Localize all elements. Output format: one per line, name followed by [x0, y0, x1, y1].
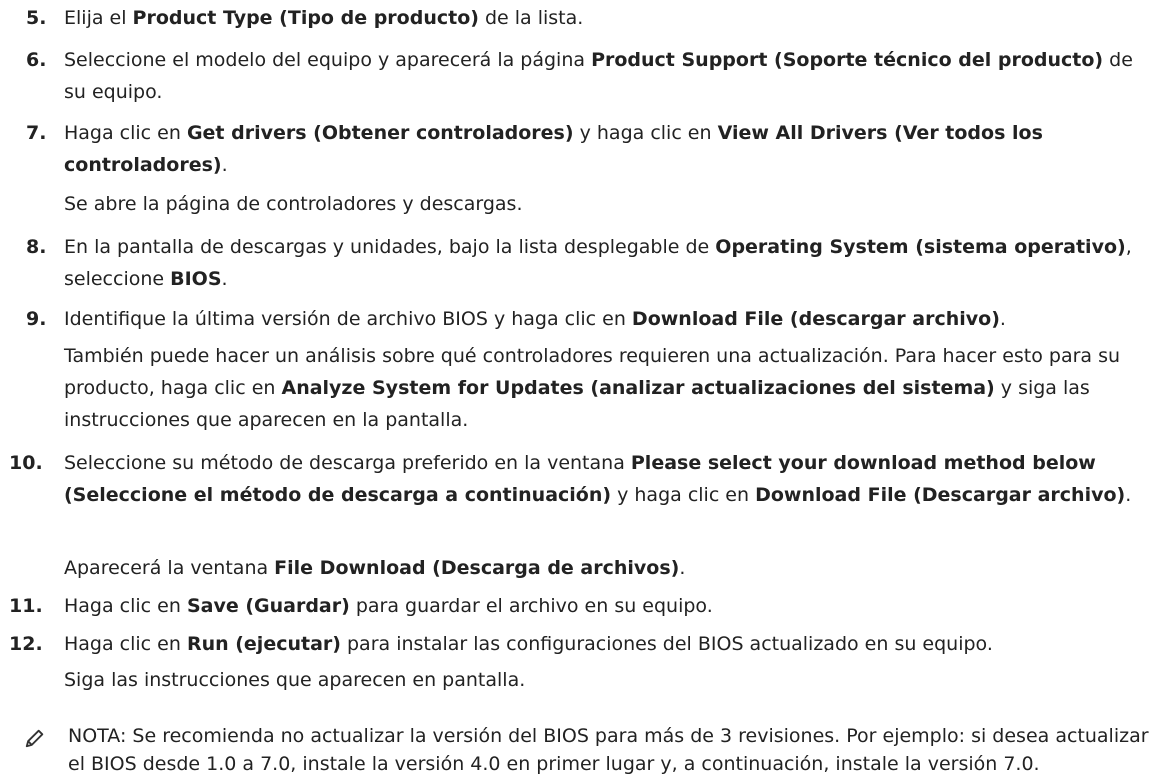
step-number: 10.	[9, 452, 43, 474]
step-number: 11.	[9, 595, 43, 617]
step-bold-term: Product Support (Soporte técnico del pro…	[591, 49, 1104, 71]
step-bold-term: BIOS	[170, 268, 222, 290]
step-11: 11. Haga clic en Save (Guardar) para gua…	[9, 590, 1144, 622]
detail-bold-term: Analyze System for Updates (analizar act…	[281, 377, 995, 399]
step-5: 5. Elija el Product Type (Tipo de produc…	[26, 2, 1144, 34]
step-text: para guardar el archivo en su equipo.	[349, 595, 713, 617]
step-6: 6. Seleccione el modelo del equipo y apa…	[26, 44, 1144, 108]
step-12: 12. Haga clic en Run (ejecutar) para ins…	[9, 628, 1144, 660]
step-number: 7.	[26, 122, 47, 144]
step-number: 6.	[26, 49, 47, 71]
step-text: y haga clic en	[573, 122, 718, 144]
step-number: 9.	[26, 308, 47, 330]
step-9-detail: También puede hacer un análisis sobre qu…	[64, 340, 1144, 436]
step-text: .	[221, 268, 228, 290]
step-text: Identifique la última versión de archivo…	[64, 308, 632, 330]
step-bold-term: Save (Guardar)	[186, 595, 350, 617]
step-text: .	[1125, 484, 1132, 506]
step-7-result: Se abre la página de controladores y des…	[64, 193, 523, 215]
step-bold-term: Download File (Descargar archivo)	[755, 484, 1126, 506]
step-7: 7. Haga clic en Get drivers (Obtener con…	[26, 117, 1144, 181]
note-label: NOTA:	[68, 725, 127, 747]
step-text: Haga clic en	[64, 122, 187, 144]
step-number: 12.	[9, 633, 43, 655]
step-text: Haga clic en	[64, 595, 187, 617]
step-number: 8.	[26, 236, 47, 258]
step-9: 9. Identifique la última versión de arch…	[26, 303, 1144, 335]
step-8: 8. En la pantalla de descargas y unidade…	[26, 231, 1144, 295]
step-text: de la lista.	[478, 7, 584, 29]
step-text: Elija el	[64, 7, 133, 29]
step-bold-term: Run (ejecutar)	[186, 633, 341, 655]
result-bold-term: File Download (Descarga de archivos)	[274, 557, 680, 579]
step-text: y haga clic en	[611, 484, 756, 506]
step-text: Seleccione el modelo del equipo y aparec…	[64, 49, 592, 71]
step-text: .	[221, 154, 228, 176]
step-10-result: Aparecerá la ventana File Download (Desc…	[64, 552, 1144, 584]
step-text: En la pantalla de descargas y unidades, …	[64, 236, 716, 258]
step-text: para instalar las configuraciones del BI…	[340, 633, 993, 655]
step-text: Haga clic en	[64, 633, 187, 655]
step-10: 10. Seleccione su método de descarga pre…	[9, 447, 1144, 511]
note-text: Se recomienda no actualizar la versión d…	[68, 725, 1149, 775]
result-text: Aparecerá la ventana	[64, 557, 275, 579]
step-number: 5.	[26, 7, 47, 29]
document-page: 5. Elija el Product Type (Tipo de produc…	[0, 0, 1172, 775]
step-text: Seleccione su método de descarga preferi…	[64, 452, 631, 474]
step-bold-term: Get drivers (Obtener controladores)	[186, 122, 574, 144]
step-bold-term: Operating System (sistema operativo)	[715, 236, 1126, 258]
step-bold-term: Product Type (Tipo de producto)	[132, 7, 479, 29]
step-12-result: Siga las instrucciones que aparecen en p…	[64, 669, 526, 691]
note-block: NOTA: Se recomienda no actualizar la ver…	[68, 722, 1158, 778]
step-bold-term: Download File (descargar archivo)	[631, 308, 1000, 330]
step-text: .	[999, 308, 1006, 330]
result-text: .	[679, 557, 686, 579]
pencil-note-icon	[25, 729, 44, 748]
